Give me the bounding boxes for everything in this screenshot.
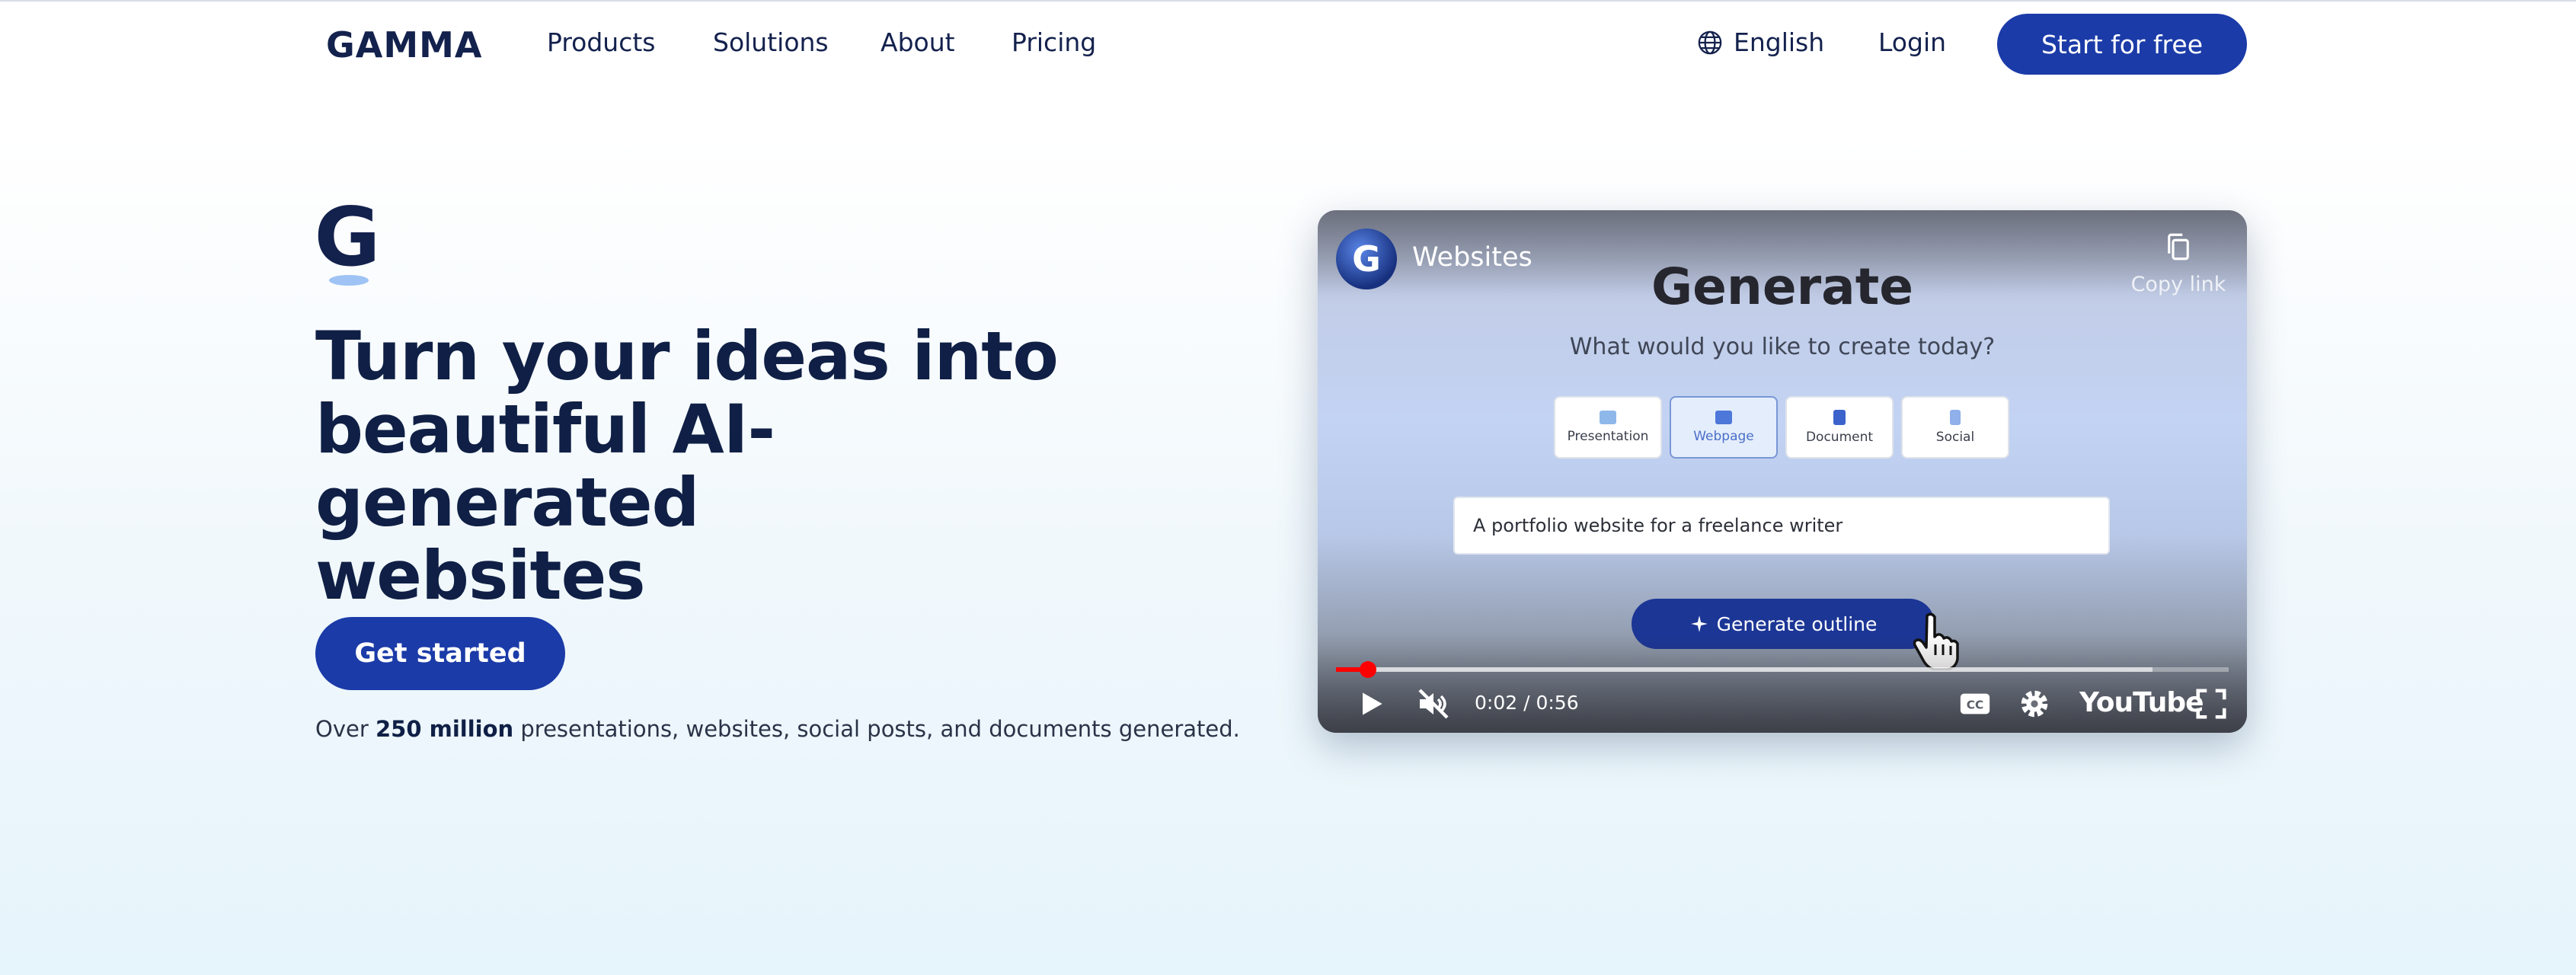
- video-progress-bar[interactable]: [1336, 661, 2229, 678]
- video-type-options: Presentation Webpage Document Social: [1554, 396, 2009, 459]
- video-generate-subheading: What would you like to create today?: [1569, 334, 1996, 360]
- language-selector[interactable]: English: [1697, 27, 1824, 57]
- get-started-button[interactable]: Get started: [315, 617, 565, 690]
- option-webpage: Webpage: [1670, 396, 1778, 459]
- option-social: Social: [1901, 396, 2009, 459]
- play-icon[interactable]: [1354, 686, 1388, 722]
- video-prompt-field: A portfolio website for a freelance writ…: [1453, 497, 2110, 555]
- globe-icon: [1698, 30, 1722, 54]
- youtube-video-player[interactable]: Generate What would you like to create t…: [1318, 210, 2247, 733]
- stats-suffix: presentations, websites, social posts, a…: [513, 716, 1240, 742]
- youtube-logo[interactable]: YouTube: [2079, 687, 2204, 718]
- hero-title-line-2: beautiful AI-generated: [315, 390, 775, 542]
- captions-icon[interactable]: CC: [1958, 686, 1993, 722]
- nav-solutions[interactable]: Solutions: [713, 27, 829, 57]
- nav-about[interactable]: About: [881, 27, 955, 57]
- fullscreen-icon[interactable]: [2194, 686, 2229, 722]
- hero-title: Turn your ideas into beautiful AI-genera…: [315, 320, 1153, 612]
- top-navigation: GAMMA Products Solutions About Pricing E…: [0, 0, 2576, 88]
- hero-title-line-1: Turn your ideas into: [315, 317, 1059, 395]
- gamma-mark-icon: G: [315, 195, 379, 286]
- sparkle-icon: [1690, 615, 1708, 632]
- social-icon: [1950, 410, 1961, 425]
- nav-pricing[interactable]: Pricing: [1012, 27, 1096, 57]
- stats-count: 250 million: [375, 716, 514, 742]
- channel-avatar[interactable]: G: [1336, 229, 1397, 289]
- start-for-free-button[interactable]: Start for free: [1997, 14, 2247, 75]
- channel-initial: G: [1352, 238, 1381, 280]
- stats-prefix: Over: [315, 716, 376, 742]
- hero-title-line-3: websites: [315, 536, 646, 615]
- generate-outline-label: Generate outline: [1716, 612, 1878, 635]
- gamma-logo[interactable]: GAMMA: [326, 24, 483, 66]
- muted-volume-icon[interactable]: [1414, 686, 1453, 722]
- video-time: 0:02 / 0:56: [1475, 692, 1579, 714]
- svg-text:G: G: [315, 195, 379, 284]
- presentation-icon: [1600, 411, 1616, 424]
- option-presentation: Presentation: [1554, 396, 1662, 459]
- option-label: Social: [1935, 430, 1975, 445]
- svg-text:CC: CC: [1967, 698, 1984, 712]
- option-label: Document: [1805, 430, 1874, 445]
- login-link[interactable]: Login: [1878, 27, 1946, 57]
- copy-icon: [2168, 233, 2189, 261]
- video-title[interactable]: Websites: [1412, 242, 1532, 273]
- nav-products[interactable]: Products: [547, 27, 656, 57]
- document-icon: [1833, 410, 1846, 425]
- option-label: Presentation: [1567, 429, 1649, 444]
- webpage-icon: [1715, 411, 1732, 424]
- progress-buffered: [1336, 667, 2153, 672]
- settings-gear-icon[interactable]: [2017, 686, 2052, 722]
- language-label: English: [1734, 27, 1825, 57]
- copy-link-button[interactable]: Copy link: [2125, 229, 2232, 296]
- option-document: Document: [1785, 396, 1894, 459]
- copy-link-label: Copy link: [2130, 273, 2226, 296]
- option-label: Webpage: [1693, 429, 1754, 444]
- usage-stats: Over 250 million presentations, websites…: [315, 716, 1240, 742]
